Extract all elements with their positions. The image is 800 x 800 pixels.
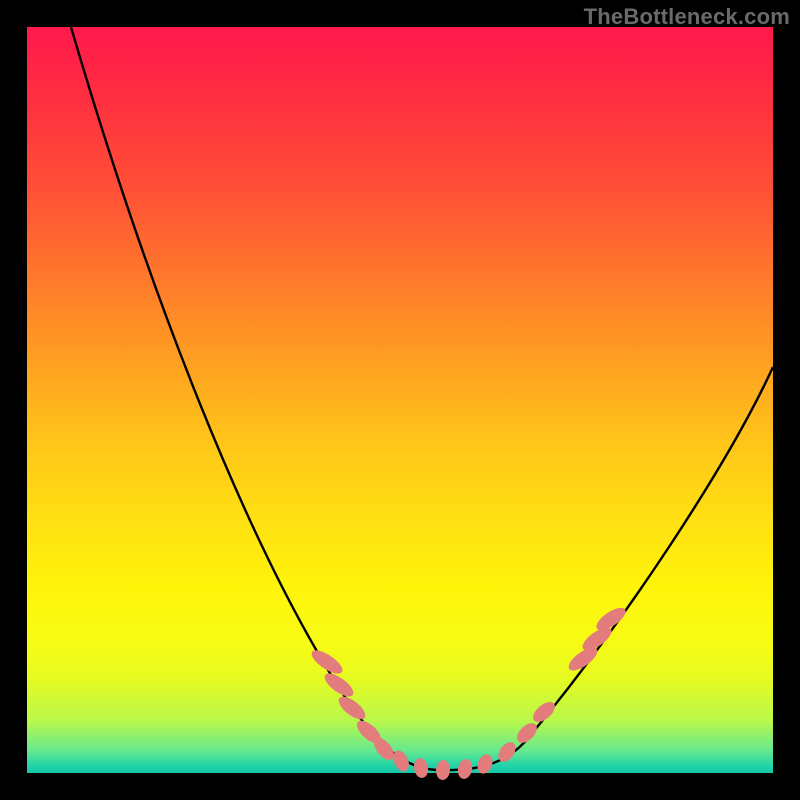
plot-area [27,27,773,773]
curve-marker [412,757,429,779]
curve-markers [308,604,629,781]
curve-marker [435,760,450,781]
curve-marker [475,752,495,776]
watermark-text: TheBottleneck.com [584,4,790,30]
chart-frame: TheBottleneck.com [0,0,800,800]
curve-marker [514,720,541,747]
curve-marker [308,646,346,678]
curve-marker [335,693,369,724]
curve-marker [321,669,357,700]
chart-svg [27,27,773,773]
bottleneck-curve [71,27,773,770]
curve-marker [530,698,559,725]
curve-marker [456,758,474,780]
